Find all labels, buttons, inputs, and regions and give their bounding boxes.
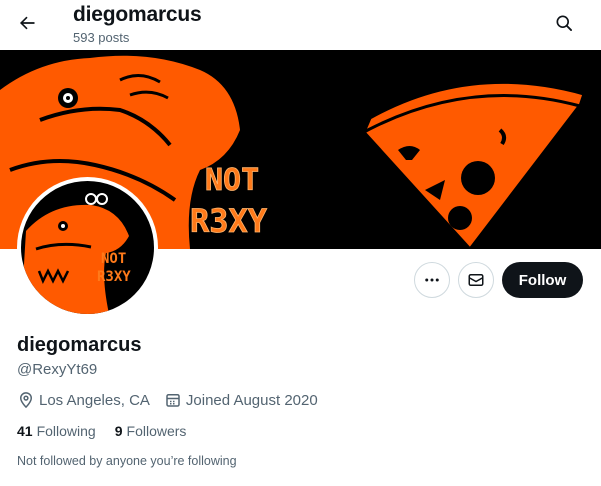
profile-display-name: diegomarcus xyxy=(17,334,142,356)
joined-text: Joined August 2020 xyxy=(185,391,318,409)
banner-pizza xyxy=(359,80,586,249)
joined-item: Joined August 2020 xyxy=(164,391,318,409)
avatar-image: NOT R3XY xyxy=(21,181,154,314)
more-options-button[interactable] xyxy=(414,262,450,298)
profile-meta: Los Angeles, CA Joined August 2020 xyxy=(17,391,332,409)
avatar-text-line2: R3XY xyxy=(97,269,131,285)
follow-button[interactable]: Follow xyxy=(502,262,583,298)
followers-count: 9 xyxy=(114,423,123,439)
banner-text-line1: NOT xyxy=(205,163,259,198)
avatar-text-line1: NOT xyxy=(101,251,126,267)
followers-label: Followers xyxy=(126,423,187,439)
profile-avatar[interactable]: NOT R3XY xyxy=(17,177,158,318)
follow-stats: 41 Following 9 Followers xyxy=(17,423,205,439)
profile-handle: @RexyYt69 xyxy=(17,361,98,378)
following-count: 41 xyxy=(17,423,33,439)
search-icon xyxy=(556,15,572,32)
location-item: Los Angeles, CA xyxy=(17,391,150,409)
location-pin-icon xyxy=(17,391,35,409)
location-text: Los Angeles, CA xyxy=(39,391,150,409)
message-button[interactable] xyxy=(458,262,494,298)
more-dots-icon xyxy=(425,278,439,282)
header-name: diegomarcus xyxy=(73,3,202,26)
following-label: Following xyxy=(36,423,96,439)
calendar-icon xyxy=(164,391,182,409)
not-followed-note: Not followed by anyone you’re following xyxy=(17,454,237,468)
arrow-left-icon xyxy=(19,16,35,30)
followers-link[interactable]: 9 Followers xyxy=(115,423,187,439)
envelope-icon xyxy=(468,274,484,286)
back-button[interactable] xyxy=(10,6,44,40)
banner-text-line2: R3XY xyxy=(190,202,268,240)
following-link[interactable]: 41 Following xyxy=(17,423,96,439)
profile-header: diegomarcus 593 posts xyxy=(0,0,601,50)
header-posts-count: 593 posts xyxy=(73,30,130,45)
search-button[interactable] xyxy=(547,6,581,40)
